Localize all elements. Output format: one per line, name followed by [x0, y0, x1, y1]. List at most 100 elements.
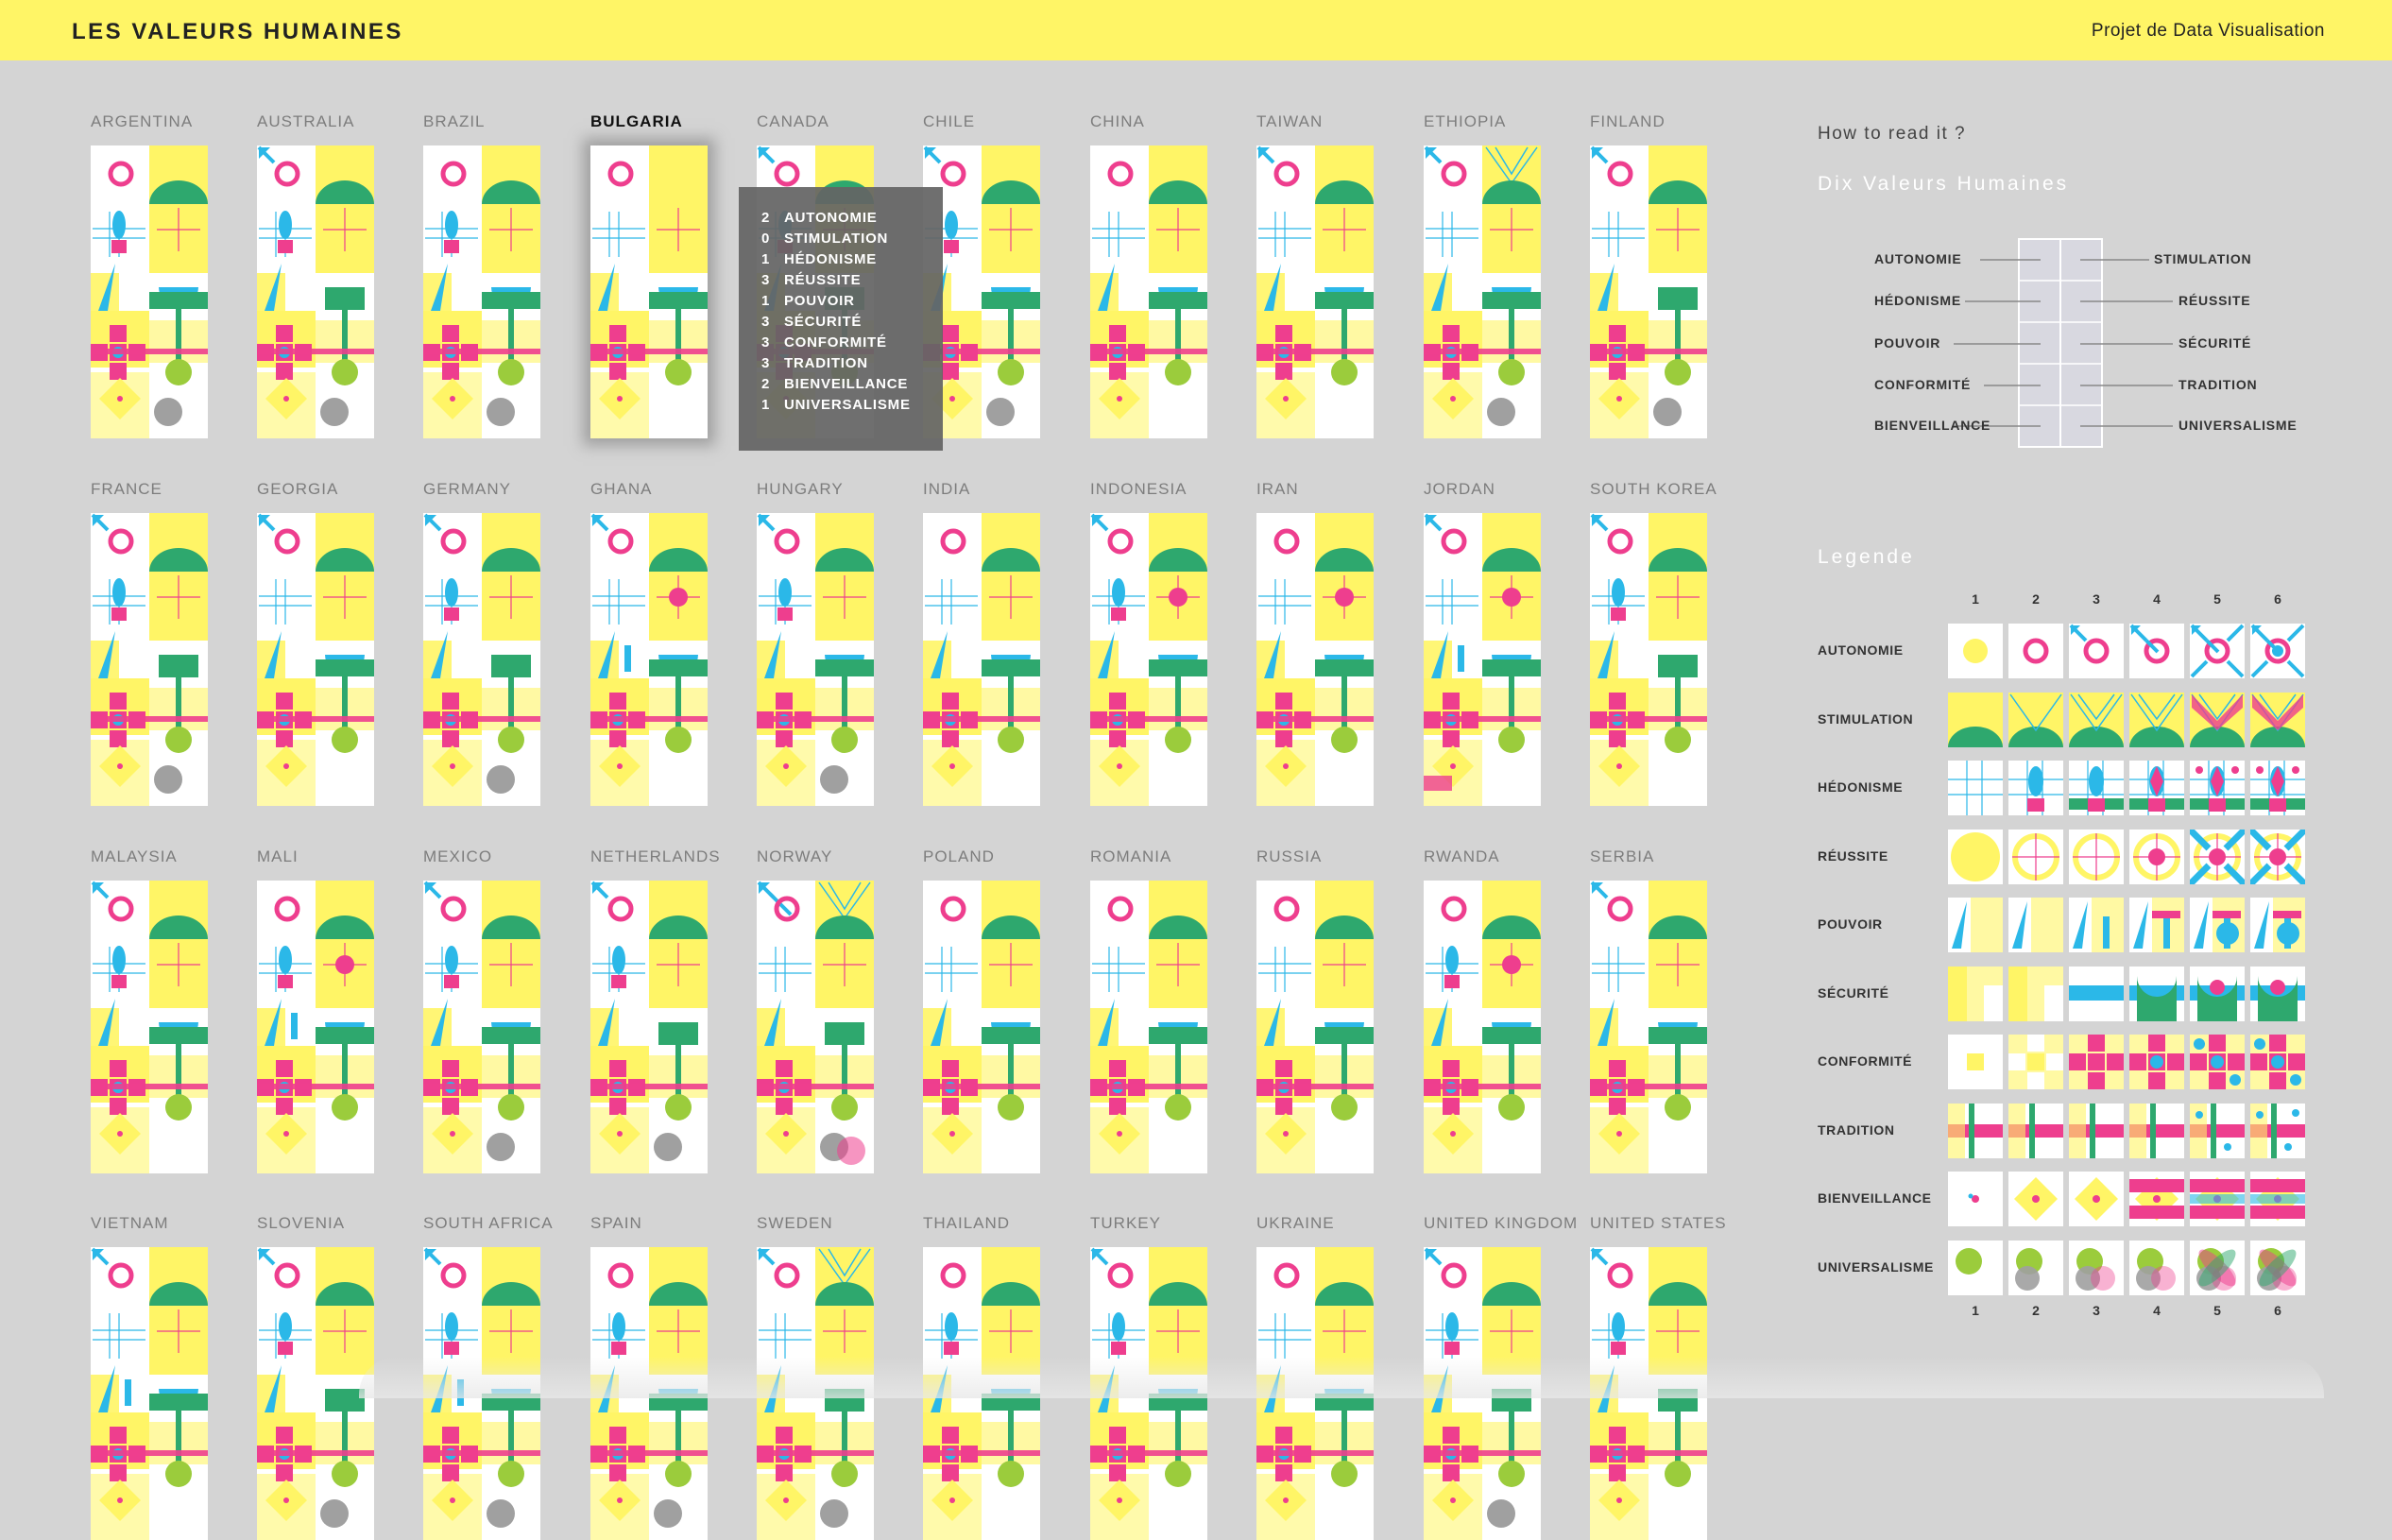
country-name: JORDAN — [1424, 480, 1495, 498]
legend-level-number: 2 — [2032, 1303, 2040, 1318]
legend-swatch — [2008, 692, 2063, 747]
country-glyph[interactable] — [257, 513, 374, 806]
tooltip-label: CONFORMITÉ — [784, 334, 887, 351]
country-glyph[interactable] — [1256, 145, 1374, 438]
legend-swatch — [2190, 898, 2245, 952]
legend-swatch — [2129, 1240, 2184, 1295]
legend-level-number: 5 — [2213, 1303, 2221, 1318]
legend-swatch — [2129, 761, 2184, 815]
tooltip-label: RÉUSSITE — [784, 272, 862, 288]
tooltip-value: 2 — [761, 210, 771, 226]
country-name: ETHIOPIA — [1424, 112, 1507, 130]
country-glyph[interactable] — [923, 881, 1040, 1173]
country-name: SLOVENIA — [257, 1214, 346, 1232]
how-to-read-lines — [1954, 238, 2173, 448]
country-name: ROMANIA — [1090, 847, 1172, 865]
legend-swatch — [1948, 898, 2003, 952]
legend-level-number: 3 — [2093, 591, 2100, 607]
tooltip-label: STIMULATION — [784, 231, 889, 247]
country-name: SOUTH KOREA — [1590, 480, 1717, 498]
country-glyph[interactable] — [1256, 881, 1374, 1173]
country-glyph[interactable] — [91, 881, 208, 1173]
country-name: SERBIA — [1590, 847, 1655, 865]
legend-level-number: 4 — [2153, 591, 2161, 607]
tooltip-row: 3 RÉUSSITE — [761, 272, 861, 288]
bottom-fade — [359, 1357, 2324, 1398]
country-glyph[interactable] — [1424, 513, 1541, 806]
legend-swatch — [1948, 624, 2003, 678]
country-name: RWANDA — [1424, 847, 1500, 865]
country-glyph[interactable] — [423, 881, 540, 1173]
country-name: HUNGARY — [757, 480, 844, 498]
country-glyph[interactable] — [590, 513, 708, 806]
legend-swatch — [2069, 1240, 2124, 1295]
tooltip-label: HÉDONISME — [784, 251, 878, 267]
legend-swatch — [2250, 1172, 2305, 1226]
legend-swatch — [2129, 1035, 2184, 1089]
legend-swatch — [2190, 761, 2245, 815]
legend-level-number: 6 — [2274, 1303, 2281, 1318]
country-glyph[interactable] — [257, 145, 374, 438]
tooltip-value: 1 — [761, 293, 771, 309]
tooltip-value: 3 — [761, 355, 771, 371]
tooltip-row: 2 AUTONOMIE — [761, 210, 878, 226]
legend-swatch — [2069, 1103, 2124, 1158]
country-glyph[interactable] — [1090, 881, 1207, 1173]
tooltip-value: 1 — [761, 397, 771, 413]
country-glyph[interactable] — [757, 513, 874, 806]
legend-swatch — [2069, 692, 2124, 747]
country-glyph[interactable] — [1590, 145, 1707, 438]
legend-swatch — [1948, 1103, 2003, 1158]
country-glyph[interactable] — [91, 1247, 208, 1540]
legend-swatch — [2190, 1035, 2245, 1089]
legend-level-number: 6 — [2274, 591, 2281, 607]
legend-swatch — [2250, 1035, 2305, 1089]
country-glyph[interactable] — [1424, 145, 1541, 438]
legend-swatch — [1948, 761, 2003, 815]
legend-swatch — [2069, 966, 2124, 1021]
country-name: RUSSIA — [1256, 847, 1323, 865]
legend-swatch — [2190, 966, 2245, 1021]
country-name: INDIA — [923, 480, 971, 498]
country-glyph[interactable] — [757, 881, 874, 1173]
legend-swatch — [2190, 1172, 2245, 1226]
legend-swatch — [2190, 1240, 2245, 1295]
country-glyph[interactable] — [257, 1247, 374, 1540]
country-glyph[interactable] — [1090, 513, 1207, 806]
country-name: SWEDEN — [757, 1214, 833, 1232]
country-glyph[interactable] — [423, 145, 540, 438]
country-glyph[interactable] — [590, 881, 708, 1173]
country-glyph[interactable] — [423, 513, 540, 806]
legend-row-label: AUTONOMIE — [1818, 642, 1904, 658]
country-glyph[interactable] — [91, 513, 208, 806]
country-name: UNITED STATES — [1590, 1214, 1727, 1232]
tooltip-label: POUVOIR — [784, 293, 855, 309]
tooltip-label: TRADITION — [784, 355, 868, 371]
country-glyph[interactable] — [1090, 145, 1207, 438]
tooltip-label: BIENVEILLANCE — [784, 376, 909, 392]
country-glyph[interactable] — [257, 881, 374, 1173]
country-glyph[interactable] — [1590, 881, 1707, 1173]
tooltip-value: 1 — [761, 251, 771, 267]
legend-swatch — [1948, 692, 2003, 747]
tooltip-row: 1 UNIVERSALISME — [761, 397, 911, 413]
country-glyph[interactable] — [590, 145, 708, 438]
legend-swatch — [1948, 966, 2003, 1021]
legend-swatch — [2008, 966, 2063, 1021]
tooltip-label: SÉCURITÉ — [784, 314, 863, 330]
country-name: GHANA — [590, 480, 653, 498]
country-name: POLAND — [923, 847, 995, 865]
legend-level-number: 1 — [1972, 591, 1979, 607]
legend-swatch — [2250, 761, 2305, 815]
country-glyph[interactable] — [1424, 881, 1541, 1173]
site-title: LES VALEURS HUMAINES — [72, 19, 403, 44]
country-name: GEORGIA — [257, 480, 339, 498]
country-glyph[interactable] — [923, 513, 1040, 806]
country-glyph[interactable] — [91, 145, 208, 438]
legend-row-label: POUVOIR — [1818, 916, 1883, 932]
country-glyph[interactable] — [1590, 513, 1707, 806]
how-left-label: BIENVEILLANCE — [1874, 418, 1991, 433]
legend-swatch — [2008, 829, 2063, 884]
country-glyph[interactable] — [1256, 513, 1374, 806]
legend-swatch — [2129, 1103, 2184, 1158]
